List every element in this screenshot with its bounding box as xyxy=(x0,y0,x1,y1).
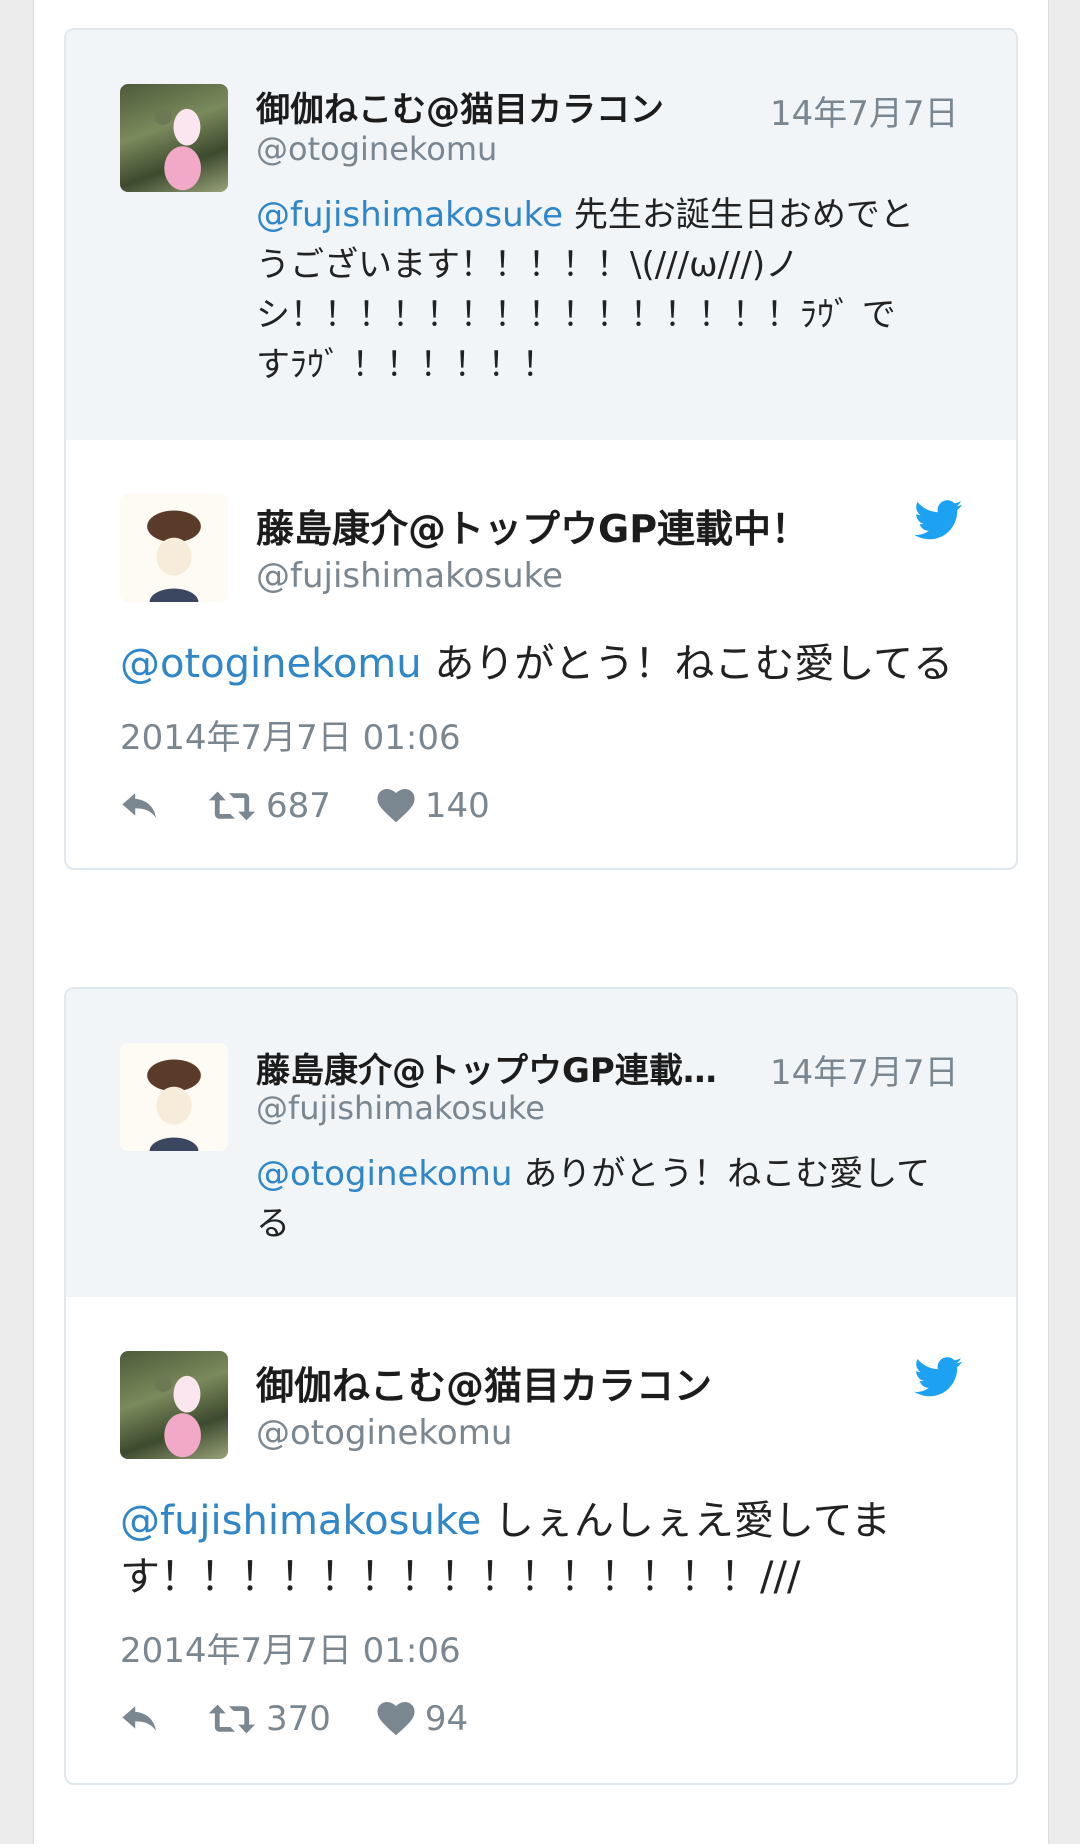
like-count: 140 xyxy=(424,786,490,826)
quoted-tweet[interactable]: 御伽ねこむ@猫目カラコン @otoginekomu 14年7月7日 @fujis… xyxy=(66,30,1016,440)
quoted-author-handle[interactable]: @otoginekomu xyxy=(256,130,497,168)
quoted-text-segment: ありがとう！ねこむ愛して xyxy=(512,1154,931,1194)
author-handle[interactable]: @otoginekomu xyxy=(256,1413,512,1453)
retweet-button[interactable]: 687 xyxy=(206,786,331,826)
tweet-text-segment: しぇんしぇえ愛してま xyxy=(481,1498,891,1544)
twitter-bird-icon[interactable] xyxy=(914,1357,962,1397)
reply-button[interactable] xyxy=(120,1703,160,1735)
avatar[interactable] xyxy=(120,1351,228,1459)
embedded-tweet-card[interactable]: 御伽ねこむ@猫目カラコン @otoginekomu 14年7月7日 @fujis… xyxy=(64,28,1018,870)
avatar[interactable] xyxy=(120,1043,228,1151)
like-button[interactable]: 94 xyxy=(377,1699,468,1739)
mention-link[interactable]: @otoginekomu xyxy=(256,1154,512,1194)
like-button[interactable]: 140 xyxy=(377,786,490,826)
retweet-count: 687 xyxy=(266,786,331,826)
author-name[interactable]: 藤島康介@トップウGP連載中！ xyxy=(256,498,809,553)
author-handle[interactable]: @fujishimakosuke xyxy=(256,556,563,596)
reply-button[interactable] xyxy=(120,790,160,822)
mention-link[interactable]: @fujishimakosuke xyxy=(120,1498,481,1544)
quoted-author-name[interactable]: 御伽ねこむ@猫目カラコン xyxy=(256,82,664,131)
mention-link[interactable]: @otoginekomu xyxy=(120,641,422,687)
tweet-datetime[interactable]: 2014年7月7日 01:06 xyxy=(120,710,461,759)
tweet-text-segment: ありがとう！ねこむ愛してる xyxy=(421,641,954,687)
retweet-icon xyxy=(208,791,256,821)
quoted-text-line: うございます！！！！！\(///ω///)ノ xyxy=(256,245,800,285)
quoted-text-line: @otoginekomu ありがとう！ねこむ愛して xyxy=(256,1149,976,1199)
quoted-text-line: @fujishimakosuke 先生お誕生日おめでと xyxy=(256,190,976,240)
quoted-author-name[interactable]: 藤島康介@トップウGP連載… xyxy=(256,1043,717,1092)
retweet-count: 370 xyxy=(266,1699,331,1739)
author-name[interactable]: 御伽ねこむ@猫目カラコン xyxy=(256,1355,712,1410)
quoted-author-handle[interactable]: @fujishimakosuke xyxy=(256,1089,545,1127)
tweet-text-line: す！！！！！！！！！！！！！！！/// xyxy=(120,1554,801,1600)
quoted-date[interactable]: 14年7月7日 xyxy=(770,1045,959,1094)
tweet-text-line: @fujishimakosuke しぇんしぇえ愛してま xyxy=(120,1493,980,1549)
reply-icon xyxy=(122,793,156,818)
quoted-date[interactable]: 14年7月7日 xyxy=(770,86,959,135)
tweet-actions: 687 140 xyxy=(120,786,490,826)
tweet-text: @fujishimakosuke しぇんしぇえ愛してま す！！！！！！！！！！！… xyxy=(120,1493,980,1605)
quoted-tweet-text: @fujishimakosuke 先生お誕生日おめでと うございます！！！！！\… xyxy=(256,190,976,390)
mention-link[interactable]: @fujishimakosuke xyxy=(256,195,563,235)
avatar[interactable] xyxy=(120,84,228,192)
quoted-text-line: る xyxy=(256,1204,290,1244)
avatar[interactable] xyxy=(120,494,228,602)
embedded-tweet-card[interactable]: 藤島康介@トップウGP連載… @fujishimakosuke 14年7月7日 … xyxy=(64,987,1018,1785)
tweet-datetime[interactable]: 2014年7月7日 01:06 xyxy=(120,1623,461,1672)
heart-icon xyxy=(377,1702,415,1736)
quoted-tweet[interactable]: 藤島康介@トップウGP連載… @fujishimakosuke 14年7月7日 … xyxy=(66,989,1016,1297)
heart-icon xyxy=(377,789,415,823)
tweet-text: @otoginekomu ありがとう！ねこむ愛してる xyxy=(120,636,980,692)
tweet-actions: 370 94 xyxy=(120,1699,468,1739)
retweet-icon xyxy=(208,1704,256,1734)
twitter-bird-icon[interactable] xyxy=(914,500,962,540)
quoted-text-line: すﾗｳﾞ ！！！！！！ xyxy=(256,345,556,385)
retweet-button[interactable]: 370 xyxy=(206,1699,331,1739)
quoted-tweet-text: @otoginekomu ありがとう！ねこむ愛して る xyxy=(256,1149,976,1249)
quoted-text-line: シ！！！！！！！！！！！！！！！ﾗｳﾞ で xyxy=(256,295,896,335)
quoted-text-segment: 先生お誕生日おめでと xyxy=(563,195,914,235)
reply-icon xyxy=(122,1706,156,1731)
like-count: 94 xyxy=(424,1699,469,1739)
